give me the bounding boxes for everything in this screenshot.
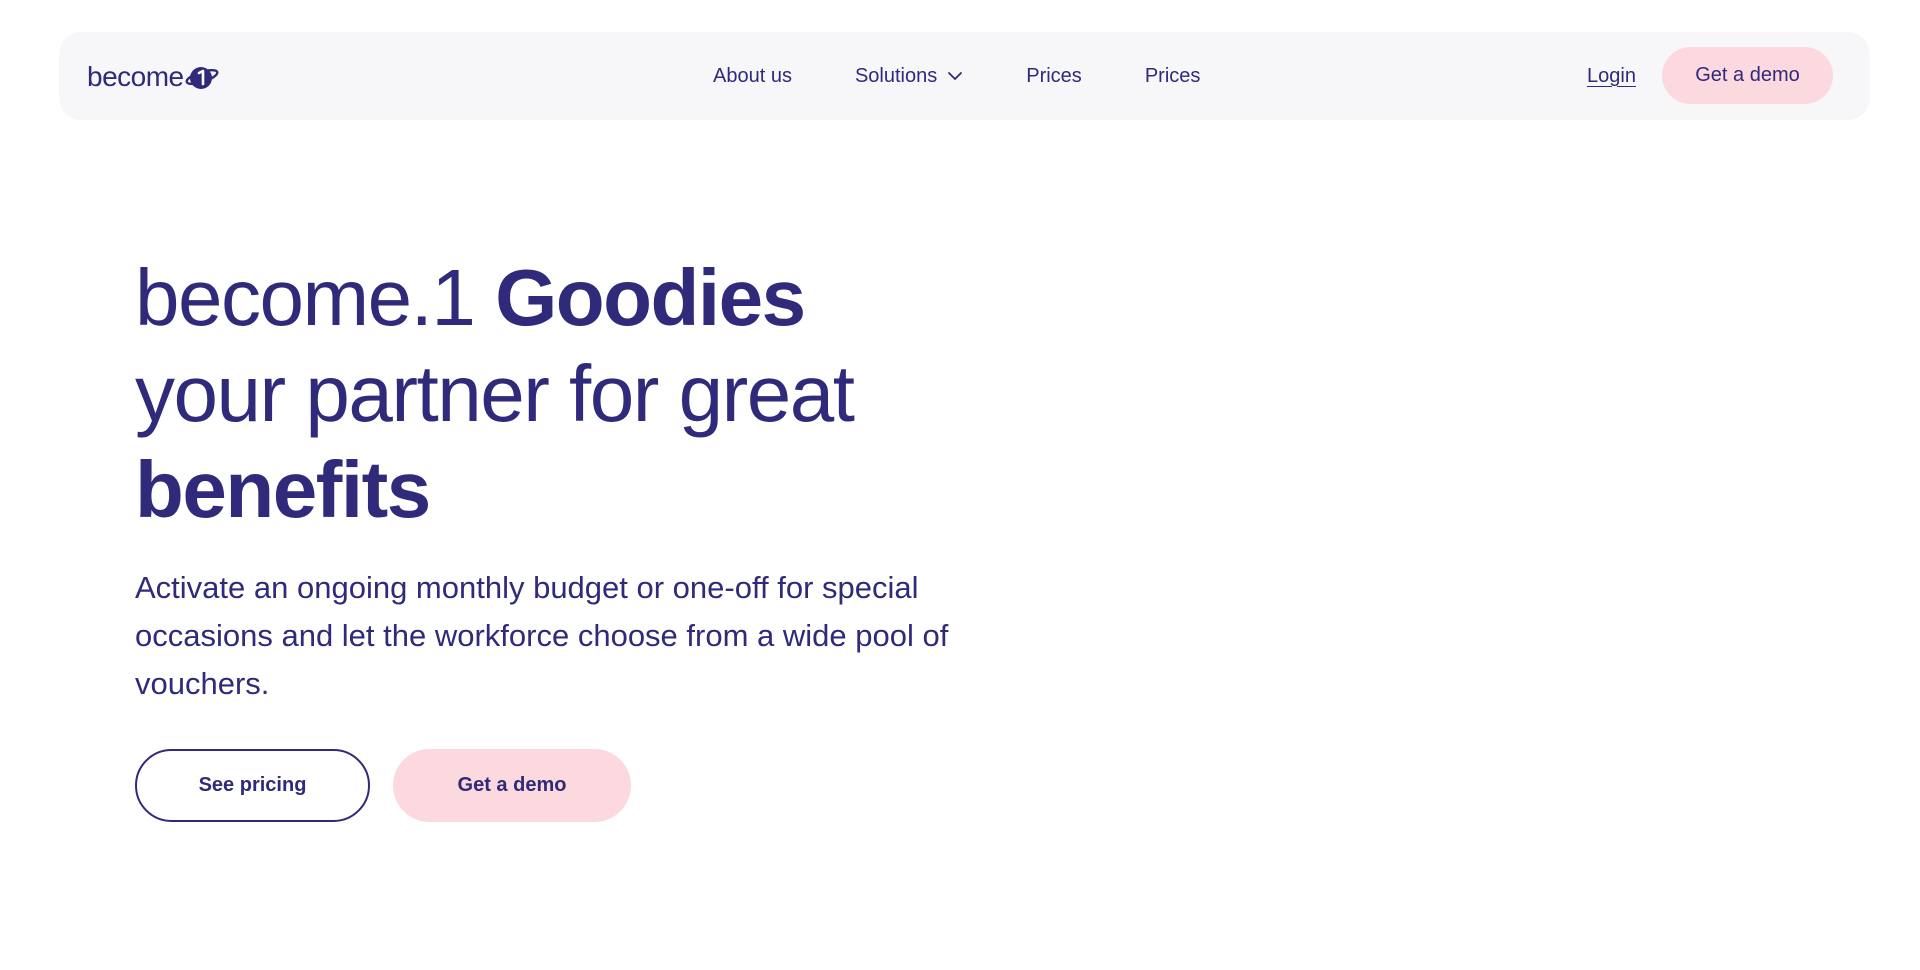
logo-text: become [87,61,184,92]
hero-title-line-1: become.1 Goodies [135,250,853,346]
hero-title: become.1 Goodies your partner for great … [135,250,855,538]
planet-one-icon [185,67,219,89]
nav-solutions[interactable]: Solutions [855,65,963,88]
see-pricing-button[interactable]: See pricing [135,749,370,822]
hero-title-emphasis: benefits [135,445,431,534]
nav-solutions-label: Solutions [854,64,938,87]
hero-title-line-2: your partner for great [135,349,855,438]
login-link[interactable]: Login [1587,32,1636,120]
hero-description: Activate an ongoing monthly budget or on… [135,570,949,701]
chevron-down-icon [948,72,963,80]
nav-prices[interactable]: Prices [1026,65,1082,88]
hero-title-product: Goodies [495,253,806,342]
hero-get-a-demo-button[interactable]: Get a demo [393,749,631,822]
logo[interactable]: become [87,60,219,94]
nav-about-us[interactable]: About us [713,65,792,88]
nav-get-a-demo-button[interactable]: Get a demo [1662,47,1833,104]
hero-title-line-3: benefits [135,442,853,538]
page: become About us Solutions Prices Prices … [0,0,1920,970]
main-nav: About us Solutions Prices Prices [713,32,1200,120]
nav-prices-secondary[interactable]: Prices [1145,65,1201,88]
top-navbar: become About us Solutions Prices Prices … [59,32,1870,120]
hero-title-brand: become.1 [135,253,496,342]
